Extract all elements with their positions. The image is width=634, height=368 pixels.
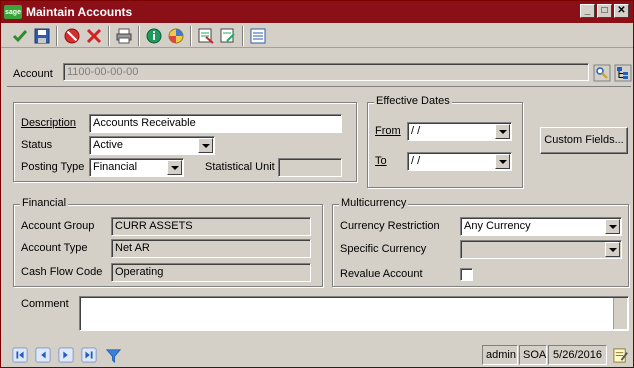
previous-record-icon[interactable] (34, 346, 52, 364)
statistical-unit-field[interactable] (278, 158, 342, 177)
comment-scrollbar[interactable] (613, 298, 627, 329)
cash-flow-code-field[interactable]: Operating (111, 263, 311, 282)
description-field[interactable]: Accounts Receivable (89, 114, 342, 133)
maximize-button[interactable]: □ (597, 4, 612, 18)
help-icon[interactable] (165, 25, 187, 47)
to-date-value: / / (411, 155, 421, 167)
sage-logo: sage (4, 5, 22, 19)
status-select-value: Active (93, 139, 123, 151)
info-icon[interactable] (143, 25, 165, 47)
comment-label: Comment (21, 298, 69, 310)
account-bar: Account 1100-00-00-00 (7, 59, 634, 87)
statistical-unit-label: Statistical Unit (205, 161, 275, 173)
multicurrency-group: Multicurrency Currency Restriction Any C… (332, 197, 629, 287)
from-date-field[interactable]: / / (407, 122, 512, 141)
chevron-down-icon[interactable] (167, 160, 182, 175)
chevron-down-icon[interactable] (605, 242, 620, 257)
revalue-account-label: Revalue Account (340, 268, 423, 280)
specific-currency-select[interactable] (460, 240, 622, 259)
next-record-icon[interactable] (57, 346, 75, 364)
filter-icon[interactable] (104, 346, 122, 364)
last-record-icon[interactable] (80, 346, 98, 364)
financial-group: Financial Account Group CURR ASSETS Acco… (13, 197, 323, 287)
account-group-label: Account Group (21, 220, 95, 232)
details-group: Description Accounts Receivable Status A… (13, 102, 357, 182)
status-user: admin (482, 345, 518, 365)
currency-restriction-select[interactable]: Any Currency (460, 217, 622, 236)
list-icon[interactable] (247, 25, 269, 47)
toolbar-separator (242, 25, 244, 46)
multicurrency-title: Multicurrency (339, 197, 409, 209)
save-icon[interactable] (31, 25, 53, 47)
cash-flow-code-label: Cash Flow Code (21, 266, 103, 278)
description-label: Description (21, 117, 77, 129)
lookup-icon[interactable] (591, 62, 613, 84)
account-field[interactable]: 1100-00-00-00 (63, 63, 589, 81)
chevron-down-icon[interactable] (605, 219, 620, 234)
to-date-field[interactable]: / / (407, 152, 512, 171)
maintain-accounts-window: sage Maintain Accounts _ □ ✕ Account 110… (0, 0, 634, 368)
first-record-icon[interactable] (11, 346, 29, 364)
toolbar-separator (56, 25, 58, 46)
accept-icon[interactable] (9, 25, 31, 47)
custom-fields-button[interactable]: Custom Fields... (540, 127, 628, 154)
account-group-field[interactable]: CURR ASSETS (111, 217, 311, 236)
close-button[interactable]: ✕ (614, 4, 629, 18)
posting-type-label: Posting Type (21, 161, 85, 173)
currency-restriction-label: Currency Restriction (340, 220, 440, 232)
from-date-value: / / (411, 125, 421, 137)
posting-type-select-value: Financial (93, 161, 138, 173)
toolbar-separator (138, 25, 140, 46)
currency-restriction-value: Any Currency (464, 220, 531, 232)
cancel-icon[interactable] (61, 25, 83, 47)
chevron-down-icon[interactable] (495, 154, 510, 169)
chevron-down-icon[interactable] (198, 138, 213, 153)
comment-textarea[interactable] (79, 296, 629, 331)
title-bar: sage Maintain Accounts _ □ ✕ (1, 1, 633, 23)
print-icon[interactable] (113, 25, 135, 47)
tree-view-icon[interactable] (612, 62, 634, 84)
account-type-field[interactable]: Net AR (111, 239, 311, 258)
status-label: Status (21, 139, 53, 151)
chevron-down-icon[interactable] (495, 124, 510, 139)
revalue-account-checkbox[interactable] (460, 268, 473, 281)
window-title: Maintain Accounts (26, 5, 133, 19)
effective-dates-title: Effective Dates (374, 95, 452, 107)
status-module: SOA (519, 345, 547, 365)
status-date: 5/26/2016 (548, 345, 607, 365)
toolbar-separator (190, 25, 192, 46)
financial-title: Financial (20, 197, 69, 209)
status-bar: admin SOA 5/26/2016 (1, 343, 633, 367)
account-type-label: Account Type (21, 242, 88, 254)
report-icon[interactable] (195, 25, 217, 47)
toolbar (1, 24, 633, 48)
minimize-button[interactable]: _ (580, 4, 595, 18)
delete-icon[interactable] (83, 25, 105, 47)
to-label: To (375, 155, 387, 167)
export-icon[interactable] (217, 25, 239, 47)
notes-icon[interactable] (611, 346, 629, 364)
from-label: From (375, 125, 401, 137)
toolbar-separator (108, 25, 110, 46)
posting-type-select[interactable]: Financial (89, 158, 184, 177)
status-select[interactable]: Active (89, 136, 215, 155)
specific-currency-label: Specific Currency (340, 243, 427, 255)
account-label: Account (13, 68, 53, 80)
effective-dates-group: Effective Dates From / / To / / (367, 95, 523, 188)
